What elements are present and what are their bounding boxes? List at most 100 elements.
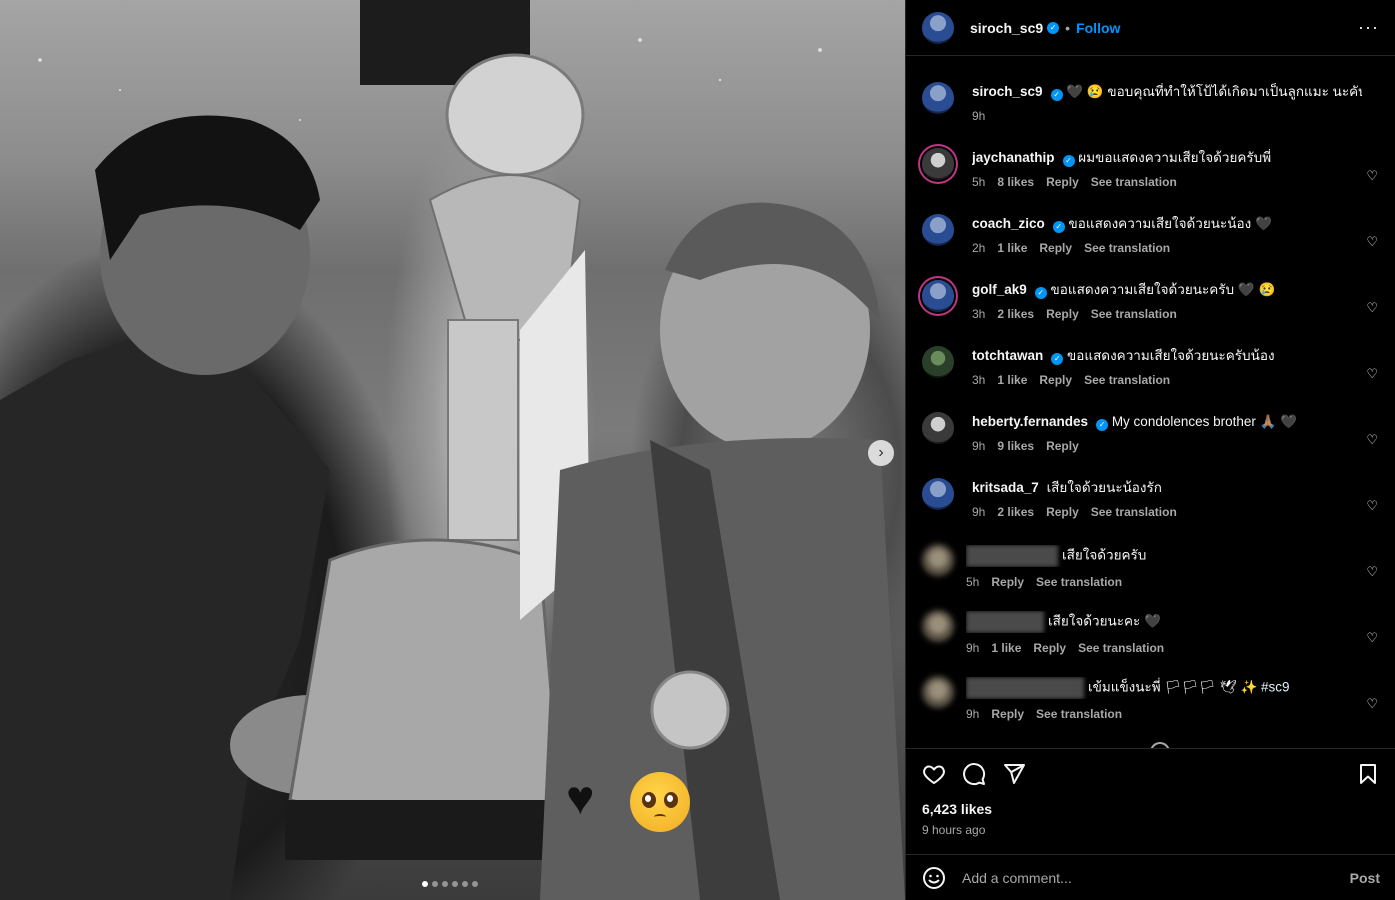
carousel-dot: [422, 881, 428, 887]
like-count[interactable]: 6,423 likes: [922, 801, 1380, 817]
like-comment-heart-icon[interactable]: ♡: [1366, 168, 1378, 184]
chevron-right-icon: ›: [878, 444, 884, 461]
comment-username[interactable]: totchtawan: [972, 348, 1043, 363]
see-translation-button[interactable]: See translation: [1036, 707, 1122, 721]
carousel-dot: [432, 881, 438, 887]
comment-time: 9h: [966, 641, 980, 655]
comment-item: heberty.fernandes ✓ My condolences brothe…: [922, 402, 1380, 468]
bookmark-icon[interactable]: [1356, 762, 1380, 786]
verified-badge-icon: ✓: [1047, 21, 1060, 34]
comments-list[interactable]: siroch_sc9 ✓ 🖤 😢 ขอบคุณที่ทำให้โป้ได้เกิด…: [906, 56, 1395, 748]
reply-button[interactable]: Reply: [991, 575, 1024, 589]
post-header: siroch_sc9 ✓ • Follow ···: [906, 0, 1395, 56]
verified-badge-icon: ✓: [1096, 419, 1109, 431]
reply-button[interactable]: Reply: [1046, 307, 1079, 321]
comment-time: 2h: [972, 241, 986, 255]
see-translation-button[interactable]: See translation: [1091, 175, 1177, 189]
see-translation-button[interactable]: See translation: [1091, 505, 1177, 519]
like-comment-heart-icon[interactable]: ♡: [1366, 300, 1378, 316]
verified-badge-icon: ✓: [1050, 89, 1063, 101]
commenter-avatar[interactable]: [922, 280, 954, 312]
commenter-avatar-blurred[interactable]: [922, 676, 954, 708]
comment-time: 9h: [972, 439, 986, 453]
comment-likes[interactable]: 1 like: [991, 641, 1021, 655]
comment-icon[interactable]: [962, 762, 986, 786]
pleading-face-sticker: [630, 772, 690, 832]
carousel-indicator: [422, 881, 478, 887]
follow-button[interactable]: Follow: [1076, 20, 1120, 36]
heart-icon[interactable]: [922, 762, 946, 786]
reply-button[interactable]: Reply: [1046, 505, 1079, 519]
commenter-avatar[interactable]: [922, 346, 954, 378]
comment-likes[interactable]: 9 likes: [997, 439, 1034, 453]
send-icon[interactable]: [1002, 762, 1026, 786]
comment-item: coach_zico ✓ ขอแสดงความเสียใจด้วยนะน้อง 🖤…: [922, 204, 1380, 270]
comment-likes[interactable]: 2 likes: [997, 307, 1034, 321]
comment-text: เสียใจด้วยนะน้องรัก: [1046, 480, 1162, 495]
more-options-icon[interactable]: ···: [1358, 17, 1379, 38]
commenter-avatar[interactable]: [922, 412, 954, 444]
comment-time: 3h: [972, 373, 986, 387]
reply-button[interactable]: Reply: [1033, 641, 1066, 655]
comment-input[interactable]: [962, 869, 1350, 886]
see-translation-button[interactable]: See translation: [1078, 641, 1164, 655]
redacted-username: [966, 545, 1058, 567]
reply-button[interactable]: Reply: [991, 707, 1024, 721]
caption-text: 🖤 😢 ขอบคุณที่ทำให้โป้ได้เกิดมาเป็นลูกแมะ…: [1066, 84, 1362, 99]
comment-time: 3h: [972, 307, 986, 321]
comment-time: 9h: [966, 707, 980, 721]
comment-username[interactable]: coach_zico: [972, 216, 1045, 231]
like-comment-heart-icon[interactable]: ♡: [1366, 234, 1378, 250]
comment-time: 5h: [966, 575, 980, 589]
comment-username[interactable]: golf_ak9: [972, 282, 1027, 297]
caption-username[interactable]: siroch_sc9: [972, 84, 1043, 99]
author-avatar[interactable]: [922, 11, 954, 44]
post-photo: › ♥: [0, 0, 905, 900]
comment-likes[interactable]: 1 like: [997, 373, 1027, 387]
comment-likes[interactable]: 2 likes: [997, 505, 1034, 519]
hashtag-link[interactable]: #sc9: [1261, 680, 1290, 695]
post-comment-button[interactable]: Post: [1350, 870, 1380, 886]
comment-username[interactable]: kritsada_7: [972, 480, 1039, 495]
post-timestamp[interactable]: 9 hours ago: [922, 823, 1380, 837]
see-translation-button[interactable]: See translation: [1091, 307, 1177, 321]
comment-text: My condolences brother 🙏🏽 🖤: [1111, 414, 1298, 429]
next-slide-button[interactable]: ›: [868, 440, 894, 466]
like-comment-heart-icon[interactable]: ♡: [1366, 696, 1378, 712]
author-avatar[interactable]: [922, 82, 954, 114]
carousel-dot: [462, 881, 468, 887]
comment-text: ขอแสดงความเสียใจด้วยนะครับน้อง: [1067, 348, 1275, 363]
commenter-avatar[interactable]: [922, 214, 954, 246]
post-sidebar: siroch_sc9 ✓ • Follow ··· siroch_sc9 ✓ 🖤 …: [905, 0, 1395, 900]
verified-badge-icon: ✓: [1062, 155, 1075, 167]
reply-button[interactable]: Reply: [1039, 373, 1072, 387]
verified-badge-icon: ✓: [1052, 221, 1065, 233]
see-translation-button[interactable]: See translation: [1084, 241, 1170, 255]
emoji-icon[interactable]: [922, 866, 946, 890]
like-comment-heart-icon[interactable]: ♡: [1366, 432, 1378, 448]
comment-likes[interactable]: 8 likes: [997, 175, 1034, 189]
comment-item: totchtawan ✓ ขอแสดงความเสียใจด้วยนะครับน้…: [922, 336, 1380, 402]
like-comment-heart-icon[interactable]: ♡: [1366, 630, 1378, 646]
post-actions: 6,423 likes 9 hours ago: [906, 748, 1395, 868]
commenter-avatar-blurred[interactable]: [922, 544, 954, 576]
comment-likes[interactable]: 1 like: [997, 241, 1027, 255]
comment-item: golf_ak9 ✓ ขอแสดงความเสียใจด้วยนะครับ 🖤 😢…: [922, 270, 1380, 336]
commenter-avatar[interactable]: [922, 148, 954, 180]
reply-button[interactable]: Reply: [1046, 439, 1079, 453]
reply-button[interactable]: Reply: [1039, 241, 1072, 255]
commenter-avatar[interactable]: [922, 478, 954, 510]
commenter-avatar-blurred[interactable]: [922, 610, 954, 642]
see-translation-button[interactable]: See translation: [1036, 575, 1122, 589]
comment-username[interactable]: jaychanathip: [972, 150, 1055, 165]
see-translation-button[interactable]: See translation: [1084, 373, 1170, 387]
like-comment-heart-icon[interactable]: ♡: [1366, 366, 1378, 382]
comment-text: ผมขอแสดงความเสียใจด้วยครับพี่: [1078, 150, 1272, 165]
reply-button[interactable]: Reply: [1046, 175, 1079, 189]
caption-time: 9h: [972, 109, 986, 123]
like-comment-heart-icon[interactable]: ♡: [1366, 498, 1378, 514]
comment-item: เสียใจด้วยนะคะ 🖤 9h 1 like Reply See transl…: [922, 600, 1380, 666]
comment-username[interactable]: heberty.fernandes: [972, 414, 1088, 429]
author-username[interactable]: siroch_sc9: [970, 20, 1043, 36]
like-comment-heart-icon[interactable]: ♡: [1366, 564, 1378, 580]
